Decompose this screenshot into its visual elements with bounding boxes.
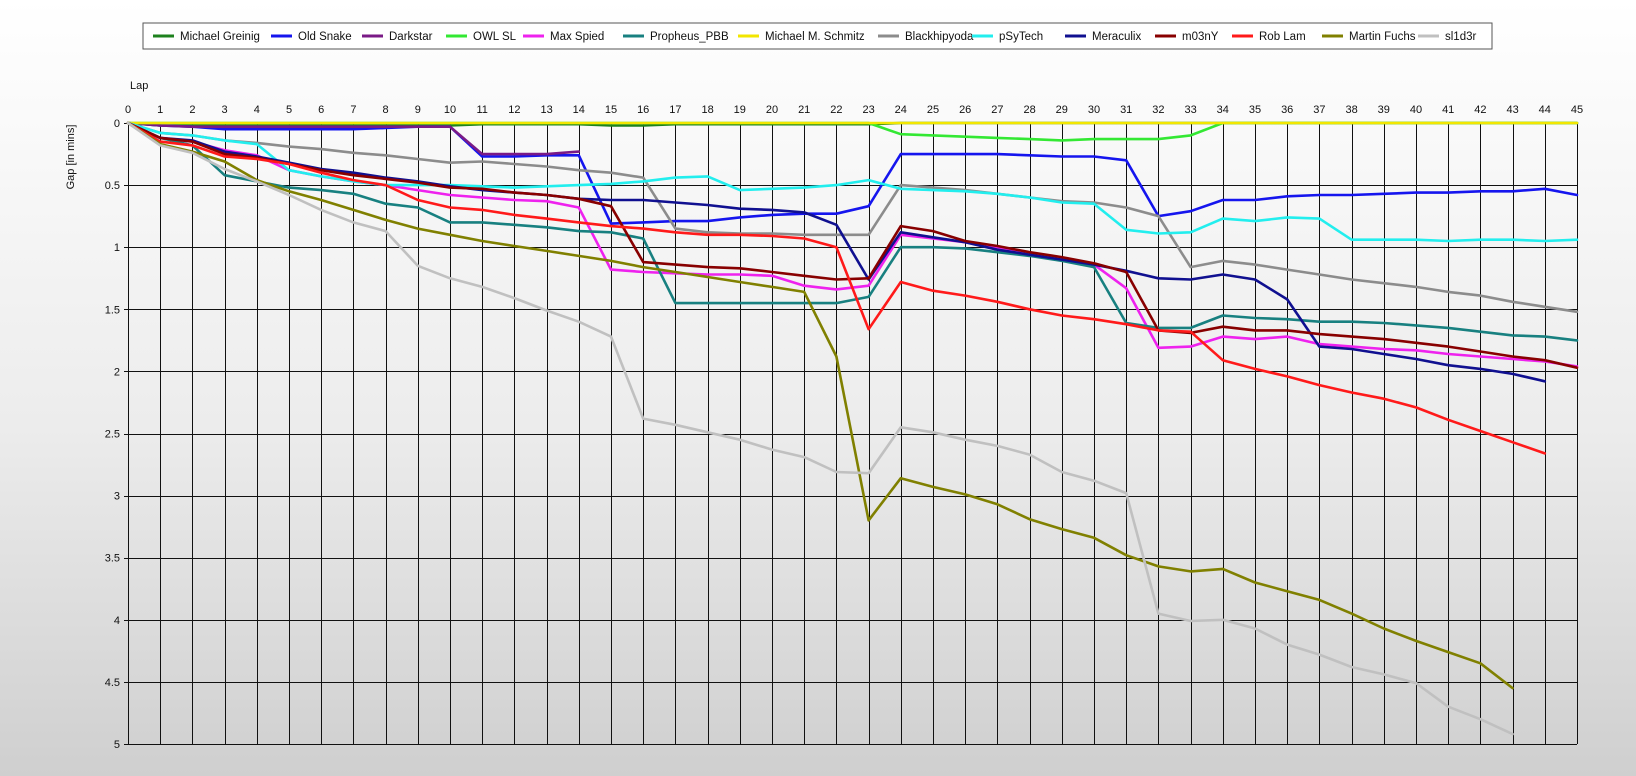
x-tick-label: 15 [605,104,617,116]
x-tick-label: 38 [1345,104,1357,116]
x-tick-label: 20 [766,104,778,116]
x-tick-label: 37 [1313,104,1325,116]
y-axis-label: Gap [in mins] [65,125,77,190]
x-tick-label: 42 [1474,104,1486,116]
y-tick-label: 0 [114,118,120,130]
x-tick-label: 6 [318,104,324,116]
series-line [126,121,1514,690]
x-tick-label: 43 [1506,104,1518,116]
x-tick-label: 26 [959,104,971,116]
x-tick-label: 27 [991,104,1003,116]
x-tick-label: 35 [1249,104,1261,116]
x-tick-label: 28 [1023,104,1035,116]
series-line [126,121,1579,342]
x-tick-label: 21 [798,104,810,116]
y-tick-label: 5 [114,739,120,751]
legend-label: Michael Greinig [180,31,260,43]
x-axis-label: Lap [130,80,148,92]
chart: Michael Greinig Old Snake Darkstar OWL SL Ma… [65,22,1583,751]
x-tick-label: 12 [508,104,520,116]
x-tick-label: 34 [1217,104,1229,116]
x-tick-label: 25 [927,104,939,116]
x-tick-label: 24 [895,104,907,116]
y-tick-label: 4 [114,615,120,627]
legend-label: Rob Lam [1259,31,1306,43]
x-tick-label: 31 [1120,104,1132,116]
x-tick-label: 11 [476,104,487,116]
x-tick-label: 4 [254,104,260,116]
legend-label: Darkstar [389,31,433,43]
series-lines [126,121,1579,736]
x-tick-label: 2 [189,104,195,116]
x-tick-label: 36 [1281,104,1293,116]
y-tick-label: 0.5 [105,180,120,192]
y-tick-label: 1.5 [105,304,120,316]
y-tick-label: 4.5 [105,677,120,689]
legend-label: m03nY [1182,31,1219,43]
legend-label: sl1d3r [1445,31,1476,43]
y-tick-label: 1 [114,242,120,254]
x-tick-label: 10 [444,104,456,116]
x-tick-label: 18 [701,104,713,116]
legend-label: Meraculix [1092,31,1141,43]
legend-label: Propheus_PBB [650,31,729,43]
x-tick-label: 22 [830,104,842,116]
x-tick-label: 45 [1571,104,1583,116]
x-tick-labels: 0 1 2 3 4 5 6 7 8 9 10 11 12 13 14 15 16 17 18 19 20 21 22 23 24… [125,104,1583,116]
legend-label: Martin Fuchs [1349,31,1416,43]
series-line [126,121,1579,370]
legend-label: Old Snake [298,31,352,43]
x-tick-label: 7 [350,104,356,116]
x-tick-label: 16 [637,104,649,116]
x-tick-label: 39 [1378,104,1390,116]
x-tick-label: 13 [540,104,552,116]
x-tick-label: 17 [669,104,681,116]
y-tick-labels: 0 0.5 1 1.5 2 2.5 3 3.5 4 4.5 5 [105,118,120,751]
x-tick-label: 33 [1184,104,1196,116]
legend-label: Blackhipyoda [905,31,974,43]
y-tick-label: 2.5 [105,429,120,441]
x-tick-label: 44 [1539,104,1551,116]
series-line [126,121,1579,368]
legend-items: Michael Greinig Old Snake Darkstar OWL SL Ma… [153,31,1476,43]
x-tick-label: 5 [286,104,292,116]
x-tick-label: 0 [125,104,131,116]
x-tick-label: 23 [862,104,874,116]
y-tick-label: 3 [114,491,120,503]
series-line [126,121,1579,314]
series-line [126,121,1579,243]
legend-label: Michael M. Schmitz [765,31,865,43]
x-tick-label: 40 [1410,104,1422,116]
y-tick-label: 3.5 [105,553,120,565]
legend-label: pSyTech [999,31,1043,43]
x-tick-label: 29 [1056,104,1068,116]
x-tick-label: 14 [573,104,585,116]
x-tick-label: 32 [1152,104,1164,116]
x-tick-label: 19 [734,104,746,116]
x-tick-label: 3 [222,104,228,116]
y-tick-label: 2 [114,366,120,378]
x-tick-label: 8 [383,104,389,116]
x-tick-label: 9 [415,104,421,116]
legend-label: Max Spied [550,31,604,43]
x-tick-label: 1 [157,104,163,116]
x-tick-label: 30 [1088,104,1100,116]
legend-label: OWL SL [473,31,517,43]
x-tick-label: 41 [1442,104,1454,116]
